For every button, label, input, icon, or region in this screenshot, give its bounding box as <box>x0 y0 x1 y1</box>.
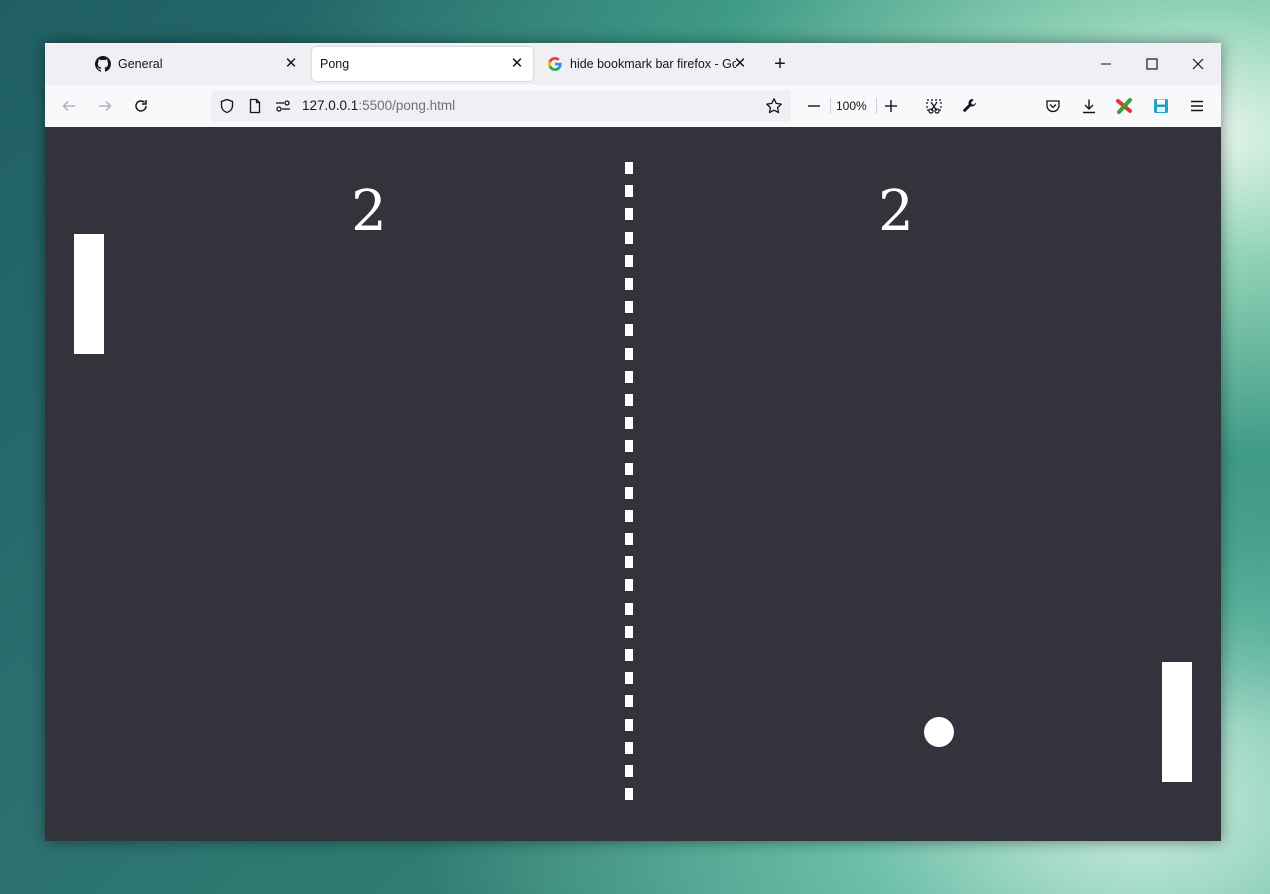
pocket-icon[interactable] <box>1041 94 1065 118</box>
left-paddle <box>74 234 104 354</box>
net-dash <box>625 718 633 731</box>
net-dash <box>625 625 633 638</box>
url-host: 127.0.0.1 <box>302 98 359 113</box>
net-dash <box>625 579 633 592</box>
tab-label: General <box>118 57 163 71</box>
net-dash <box>625 231 633 244</box>
net-dash <box>625 672 633 685</box>
left-score: 2 <box>351 179 387 244</box>
tab-google-search[interactable]: hide bookmark bar firefox - Goo ✕ <box>540 47 750 81</box>
net-dash <box>625 277 633 290</box>
maximize-button[interactable] <box>1141 53 1163 75</box>
net-dash <box>625 486 633 499</box>
url-bar[interactable]: 127.0.0.1:5500/pong.html <box>211 90 791 122</box>
url-path: :5500/pong.html <box>358 98 456 113</box>
forward-button[interactable] <box>93 94 117 118</box>
net-dash <box>625 208 633 221</box>
net-dash <box>625 648 633 661</box>
tab-label: Pong <box>320 57 350 71</box>
net-dash <box>625 463 633 476</box>
net-dash <box>625 370 633 383</box>
browser-window: General ✕ Pong ✕ hide bookmark bar firef… <box>45 43 1221 841</box>
net-dash <box>625 393 633 406</box>
net-dash <box>625 602 633 615</box>
screenshot-icon[interactable] <box>922 94 946 118</box>
ball <box>924 717 954 747</box>
tab-pong[interactable]: Pong ✕ <box>312 47 533 81</box>
minimize-button[interactable] <box>1095 53 1117 75</box>
google-icon <box>547 56 563 72</box>
net-dash <box>625 788 633 801</box>
reload-button[interactable] <box>129 94 153 118</box>
wrench-icon[interactable] <box>958 94 982 118</box>
close-window-button[interactable] <box>1187 53 1209 75</box>
center-net <box>625 162 633 802</box>
divider <box>876 98 877 114</box>
net-dash <box>625 556 633 569</box>
net-dash <box>625 324 633 337</box>
pong-game-canvas[interactable]: 2 2 <box>45 127 1221 841</box>
github-icon <box>95 56 111 72</box>
close-tab-icon[interactable]: ✕ <box>509 56 525 72</box>
divider <box>830 98 831 114</box>
close-tab-icon[interactable]: ✕ <box>283 56 299 72</box>
extension-icon[interactable] <box>1113 94 1137 118</box>
net-dash <box>625 533 633 545</box>
tab-bar: General ✕ Pong ✕ hide bookmark bar firef… <box>45 43 1221 85</box>
close-tab-icon[interactable]: ✕ <box>732 56 748 72</box>
save-extension-icon[interactable] <box>1149 94 1173 118</box>
downloads-icon[interactable] <box>1077 94 1101 118</box>
page-info-icon[interactable] <box>247 98 263 114</box>
net-dash <box>625 509 633 522</box>
net-dash <box>625 162 633 174</box>
menu-icon[interactable] <box>1185 94 1209 118</box>
zoom-in-button[interactable] <box>879 94 903 118</box>
tab-label: hide bookmark bar firefox - Goo <box>570 57 736 71</box>
right-score: 2 <box>878 179 914 244</box>
permissions-icon[interactable] <box>274 98 292 114</box>
right-paddle <box>1162 662 1192 782</box>
net-dash <box>625 695 633 708</box>
new-tab-button[interactable]: + <box>770 54 790 75</box>
zoom-out-button[interactable] <box>802 94 826 118</box>
net-dash <box>625 185 633 198</box>
net-dash <box>625 254 633 267</box>
net-dash <box>625 764 633 777</box>
bookmark-star-icon[interactable] <box>765 97 783 115</box>
net-dash <box>625 741 633 754</box>
tracking-protection-icon[interactable] <box>219 98 235 114</box>
net-dash <box>625 417 633 430</box>
url-text[interactable]: 127.0.0.1:5500/pong.html <box>302 98 455 113</box>
zoom-level[interactable]: 100% <box>836 99 867 113</box>
tab-general[interactable]: General ✕ <box>87 47 307 81</box>
net-dash <box>625 440 633 453</box>
net-dash <box>625 301 633 314</box>
net-dash <box>625 347 633 360</box>
back-button[interactable] <box>57 94 81 118</box>
navigation-toolbar: 127.0.0.1:5500/pong.html 100% <box>45 85 1221 128</box>
